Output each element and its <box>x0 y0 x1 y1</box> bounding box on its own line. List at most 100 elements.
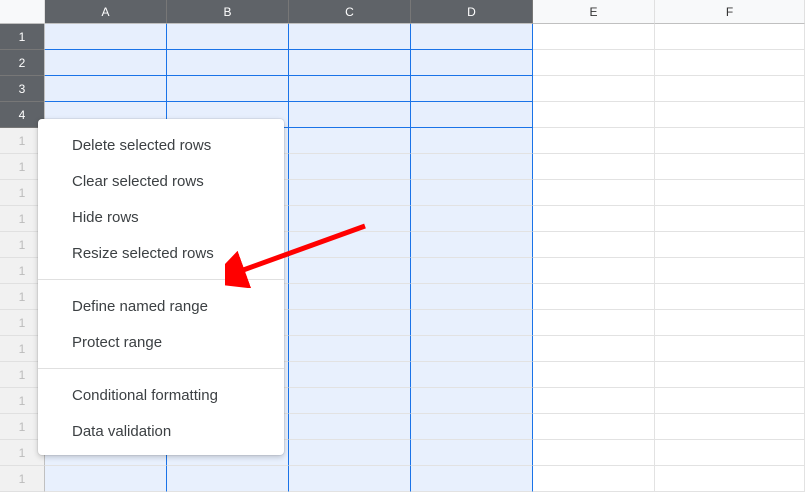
cell[interactable] <box>411 206 533 232</box>
menu-clear-selected-rows[interactable]: Clear selected rows <box>38 163 284 199</box>
cell[interactable] <box>289 388 411 414</box>
col-header-d[interactable]: D <box>411 0 533 24</box>
cell[interactable] <box>289 102 411 128</box>
cell[interactable] <box>411 362 533 388</box>
cell[interactable] <box>411 24 533 50</box>
cell[interactable] <box>289 128 411 154</box>
menu-resize-selected-rows[interactable]: Resize selected rows <box>38 235 284 271</box>
cell[interactable] <box>289 310 411 336</box>
cell[interactable] <box>167 466 289 492</box>
cell[interactable] <box>45 76 167 102</box>
cell[interactable] <box>655 76 805 102</box>
cell[interactable] <box>655 24 805 50</box>
cell[interactable] <box>533 284 655 310</box>
cell[interactable] <box>533 310 655 336</box>
cell[interactable] <box>655 180 805 206</box>
cell[interactable] <box>167 76 289 102</box>
cell[interactable] <box>533 466 655 492</box>
cell[interactable] <box>655 310 805 336</box>
cell[interactable] <box>289 440 411 466</box>
cell[interactable] <box>533 24 655 50</box>
cell[interactable] <box>533 336 655 362</box>
cell[interactable] <box>533 180 655 206</box>
cell[interactable] <box>655 336 805 362</box>
cell[interactable] <box>655 206 805 232</box>
row-header-3[interactable]: 3 <box>0 76 45 102</box>
cell[interactable] <box>411 414 533 440</box>
cell[interactable] <box>533 76 655 102</box>
cell[interactable] <box>289 76 411 102</box>
row-header-1[interactable]: 1 <box>0 24 45 50</box>
cell[interactable] <box>533 206 655 232</box>
cell[interactable] <box>655 154 805 180</box>
cell[interactable] <box>411 440 533 466</box>
cell[interactable] <box>289 50 411 76</box>
cell[interactable] <box>289 154 411 180</box>
cell[interactable] <box>533 50 655 76</box>
menu-conditional-formatting[interactable]: Conditional formatting <box>38 377 284 413</box>
menu-data-validation[interactable]: Data validation <box>38 413 284 449</box>
cell[interactable] <box>45 466 167 492</box>
cell[interactable] <box>533 440 655 466</box>
cell[interactable] <box>655 258 805 284</box>
cell[interactable] <box>411 388 533 414</box>
col-header-c[interactable]: C <box>289 0 411 24</box>
row-header[interactable]: 1 <box>0 466 45 492</box>
cell[interactable] <box>533 414 655 440</box>
cell[interactable] <box>533 154 655 180</box>
cell[interactable] <box>655 284 805 310</box>
cell[interactable] <box>411 258 533 284</box>
cell[interactable] <box>411 310 533 336</box>
cell[interactable] <box>289 232 411 258</box>
cell[interactable] <box>411 180 533 206</box>
cell[interactable] <box>167 24 289 50</box>
menu-hide-rows[interactable]: Hide rows <box>38 199 284 235</box>
menu-delete-selected-rows[interactable]: Delete selected rows <box>38 127 284 163</box>
cell[interactable] <box>289 180 411 206</box>
cell[interactable] <box>411 466 533 492</box>
cell[interactable] <box>289 284 411 310</box>
cell[interactable] <box>411 284 533 310</box>
cell[interactable] <box>655 50 805 76</box>
cell[interactable] <box>655 232 805 258</box>
cell[interactable] <box>655 362 805 388</box>
select-all-corner[interactable] <box>0 0 45 24</box>
cell[interactable] <box>533 102 655 128</box>
cell[interactable] <box>45 50 167 76</box>
col-header-e[interactable]: E <box>533 0 655 24</box>
cell[interactable] <box>533 362 655 388</box>
cell[interactable] <box>411 50 533 76</box>
cell[interactable] <box>45 24 167 50</box>
cell[interactable] <box>655 466 805 492</box>
cell[interactable] <box>411 232 533 258</box>
cell[interactable] <box>655 388 805 414</box>
cell[interactable] <box>411 154 533 180</box>
cell[interactable] <box>655 414 805 440</box>
cell[interactable] <box>289 206 411 232</box>
cell[interactable] <box>167 50 289 76</box>
cell[interactable] <box>289 336 411 362</box>
cell[interactable] <box>655 128 805 154</box>
cell[interactable] <box>411 76 533 102</box>
cell[interactable] <box>289 466 411 492</box>
cell[interactable] <box>289 258 411 284</box>
cell[interactable] <box>533 232 655 258</box>
col-header-f[interactable]: F <box>655 0 805 24</box>
cell[interactable] <box>411 336 533 362</box>
cell[interactable] <box>411 128 533 154</box>
cell[interactable] <box>289 362 411 388</box>
cell[interactable] <box>533 128 655 154</box>
column-header-row: A B C D E F <box>0 0 808 24</box>
col-header-b[interactable]: B <box>167 0 289 24</box>
col-header-a[interactable]: A <box>45 0 167 24</box>
cell[interactable] <box>533 258 655 284</box>
cell[interactable] <box>655 102 805 128</box>
row-header-2[interactable]: 2 <box>0 50 45 76</box>
cell[interactable] <box>533 388 655 414</box>
cell[interactable] <box>289 24 411 50</box>
cell[interactable] <box>655 440 805 466</box>
cell[interactable] <box>289 414 411 440</box>
menu-define-named-range[interactable]: Define named range <box>38 288 284 324</box>
menu-protect-range[interactable]: Protect range <box>38 324 284 360</box>
cell[interactable] <box>411 102 533 128</box>
